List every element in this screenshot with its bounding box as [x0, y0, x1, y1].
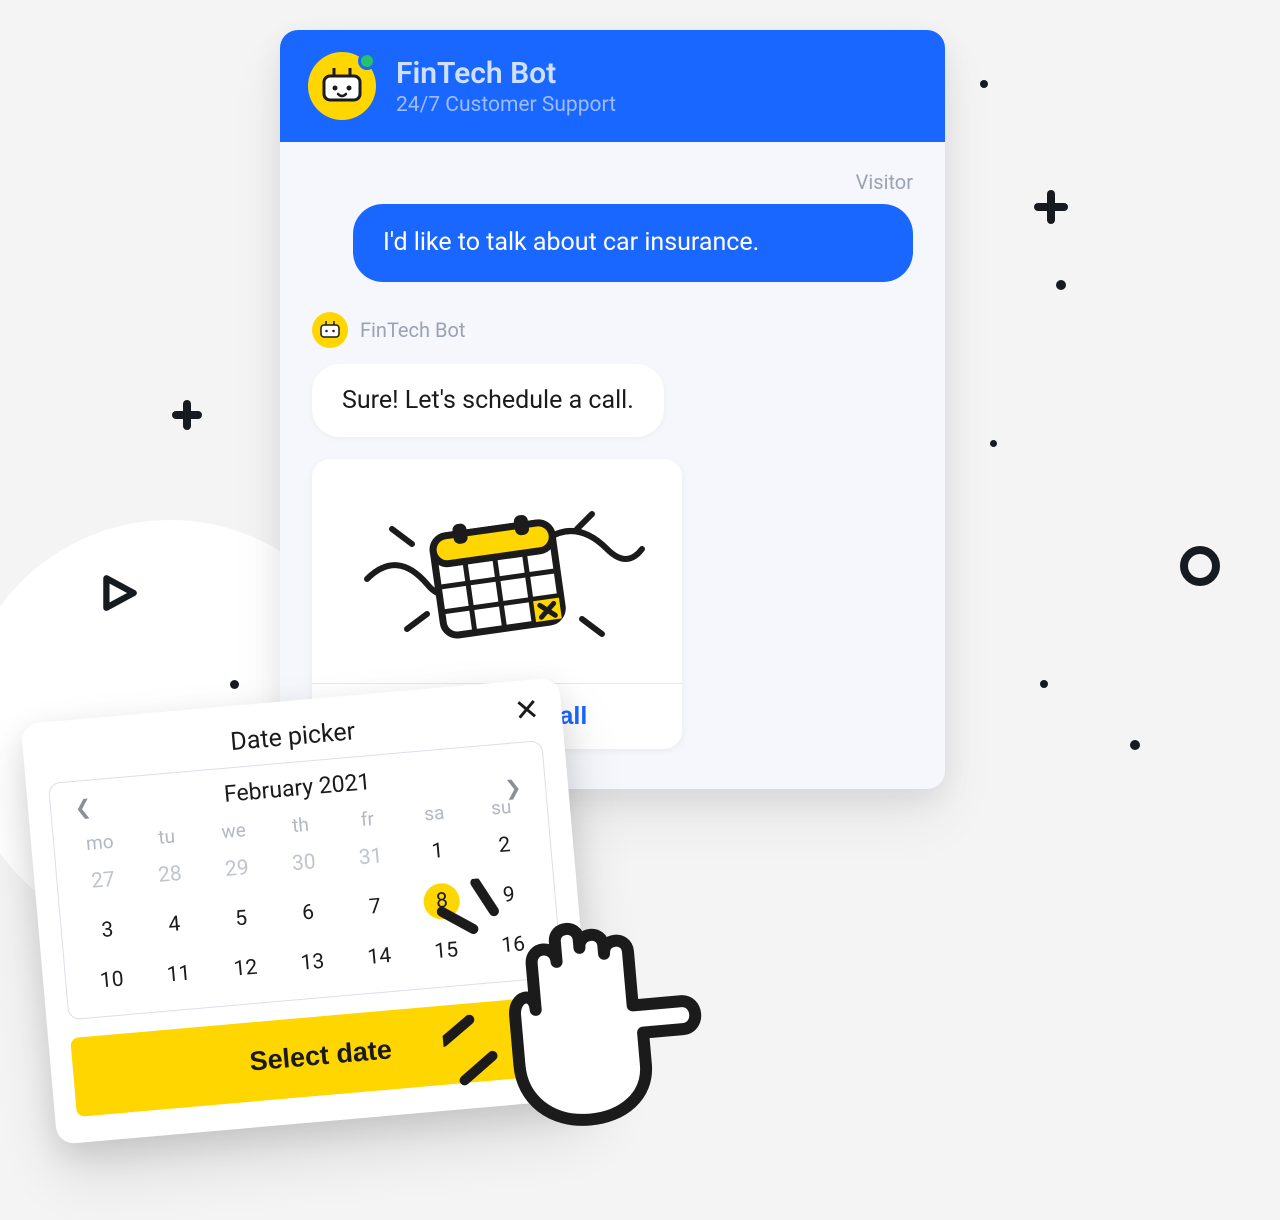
- calendar-day[interactable]: 5: [207, 889, 275, 948]
- calendar-day[interactable]: 7: [341, 877, 409, 936]
- chevron-right-icon: ❯: [504, 776, 523, 799]
- calendar-day-header: tu: [134, 818, 200, 854]
- bot-avatar: [308, 52, 376, 120]
- dot-icon: [230, 680, 239, 689]
- calendar-day[interactable]: 12: [212, 945, 279, 992]
- calendar-day[interactable]: 29: [204, 845, 271, 892]
- circle-icon: [1180, 546, 1220, 586]
- bot-message: Sure! Let's schedule a call.: [312, 364, 664, 437]
- play-triangle-icon: [98, 572, 140, 614]
- chevron-left-icon: ❮: [74, 796, 93, 819]
- chat-widget: FinTech Bot 24/7 Customer Support Visito…: [280, 30, 945, 789]
- dot-icon: [980, 80, 988, 88]
- presence-indicator: [358, 52, 376, 70]
- dot-icon: [990, 440, 997, 447]
- visitor-label: Visitor: [312, 170, 913, 194]
- calendar-day[interactable]: 1: [404, 828, 471, 875]
- calendar-day-header: sa: [401, 795, 467, 831]
- close-icon: ✕: [513, 693, 541, 728]
- calendar-day-header: we: [201, 812, 267, 848]
- calendar-day-header: th: [268, 807, 334, 843]
- calendar-day-header: fr: [335, 801, 401, 837]
- calendar-day[interactable]: 30: [271, 840, 338, 887]
- calendar-day[interactable]: 3: [74, 901, 142, 960]
- bot-name-label: FinTech Bot: [360, 318, 465, 342]
- calendar-day[interactable]: 10: [79, 957, 146, 1004]
- calendar-month-label: February 2021: [223, 768, 372, 808]
- bot-subtitle: 24/7 Customer Support: [396, 93, 616, 117]
- plus-icon: [1034, 190, 1068, 224]
- dot-icon: [1040, 680, 1048, 688]
- calendar-day[interactable]: 31: [337, 834, 404, 881]
- calendar-day[interactable]: 27: [70, 857, 137, 904]
- calendar-day[interactable]: 13: [279, 939, 346, 986]
- pointer-hand-icon: [429, 858, 731, 1141]
- prev-month-button[interactable]: ❮: [68, 792, 98, 822]
- calendar-day[interactable]: 14: [346, 933, 413, 980]
- plus-icon: [172, 400, 202, 430]
- dot-icon: [1056, 280, 1066, 290]
- robot-icon: [320, 68, 364, 104]
- next-month-button[interactable]: ❯: [498, 772, 528, 802]
- bot-avatar-small: [312, 312, 348, 348]
- calendar-day[interactable]: 6: [274, 883, 342, 942]
- calendar-illustration: [337, 459, 657, 683]
- chat-header: FinTech Bot 24/7 Customer Support: [280, 30, 945, 142]
- close-button[interactable]: ✕: [513, 695, 541, 727]
- bot-title: FinTech Bot: [396, 56, 616, 91]
- visitor-message: I'd like to talk about car insurance.: [353, 204, 913, 282]
- bot-sender-row: FinTech Bot: [312, 312, 913, 348]
- calendar-day[interactable]: 4: [141, 895, 209, 954]
- calendar-icon: [347, 489, 647, 659]
- dot-icon: [1130, 740, 1140, 750]
- calendar-day-header: mo: [67, 824, 133, 860]
- chat-body: Visitor I'd like to talk about car insur…: [280, 142, 945, 789]
- calendar-day[interactable]: 2: [471, 822, 538, 869]
- calendar-day[interactable]: 28: [137, 851, 204, 898]
- calendar-day[interactable]: 11: [145, 951, 212, 998]
- cursor-hand-illustration: [429, 858, 731, 1141]
- robot-icon: [319, 321, 341, 339]
